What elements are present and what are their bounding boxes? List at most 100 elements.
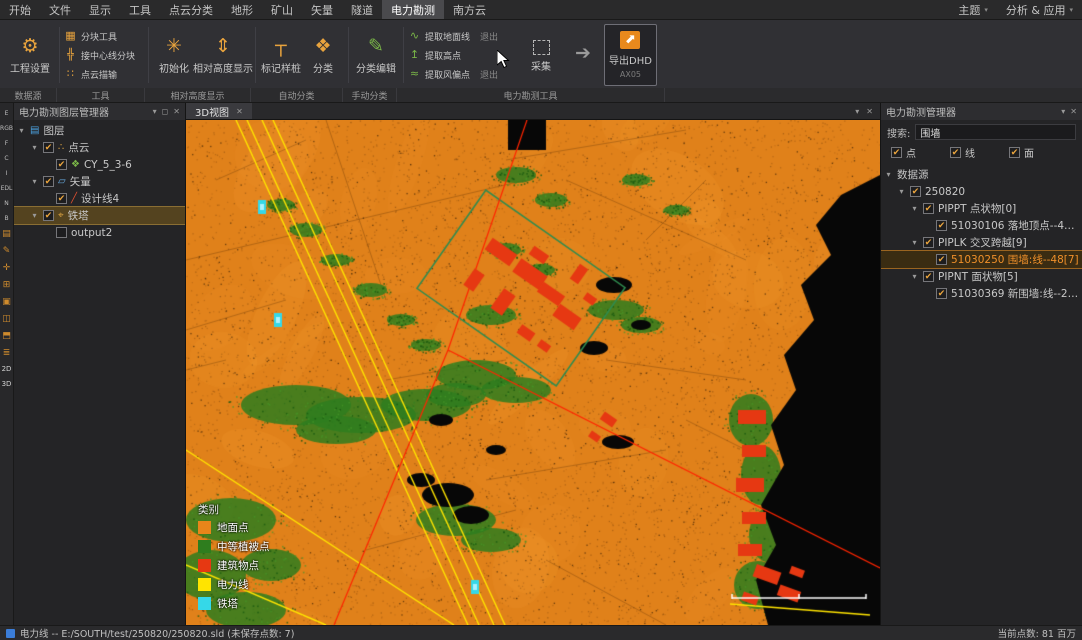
- tree-item[interactable]: ▾✔⌖铁塔: [14, 207, 185, 224]
- menu-dropdown[interactable]: 分析 & 应用: [997, 0, 1082, 19]
- view-mode-3d-button[interactable]: 3D: [2, 381, 12, 388]
- visibility-checkbox[interactable]: ✔: [56, 159, 67, 170]
- viewport-close-icon[interactable]: ✕: [866, 107, 873, 116]
- clip-icon[interactable]: ⬒: [2, 332, 11, 341]
- tree-item[interactable]: ✔51030369 新围墙:线--21[0]: [881, 285, 1082, 302]
- apply-arrow-button[interactable]: ➔: [562, 24, 604, 86]
- view-mode-2d-button[interactable]: 2D: [2, 366, 12, 373]
- extract-groundline-exit-button[interactable]: 退出: [480, 30, 498, 43]
- visibility-checkbox[interactable]: ✔: [43, 142, 54, 153]
- tree-item[interactable]: ▾数据源: [881, 166, 1082, 183]
- export-dhd-button[interactable]: ⬈ 导出DHD AX05: [604, 24, 657, 86]
- filter-checkbox[interactable]: ✔: [891, 147, 902, 158]
- view-toolbar-button-f[interactable]: F: [5, 140, 8, 147]
- tree-item[interactable]: ▾✔∴点云: [14, 139, 185, 156]
- layer-panel-close-icon[interactable]: ✕: [173, 107, 180, 116]
- classify-edit-button[interactable]: ✎ 分类编辑: [353, 24, 399, 86]
- layer-panel-menu-icon[interactable]: ▾: [153, 107, 157, 116]
- menu-item[interactable]: 工具: [120, 0, 160, 19]
- profile-icon[interactable]: ◫: [2, 315, 11, 324]
- project-settings-button[interactable]: ⚙ 工程设置: [5, 24, 55, 86]
- menu-item[interactable]: 南方云: [444, 0, 495, 19]
- folder-icon[interactable]: ▤: [2, 230, 11, 239]
- visibility-checkbox[interactable]: [56, 227, 67, 238]
- expand-arrow-icon[interactable]: ▾: [30, 177, 39, 186]
- filter-checkbox[interactable]: ✔: [1009, 147, 1020, 158]
- tree-item[interactable]: ✔51030250 围墙:线--48[7]: [881, 251, 1082, 268]
- tree-item[interactable]: ▾✔250820: [881, 183, 1082, 200]
- view-toolbar-button-i[interactable]: I: [6, 170, 8, 177]
- relative-height-button[interactable]: ⇕ 相对高度显示: [195, 24, 251, 86]
- view-toolbar-button-e[interactable]: E: [5, 110, 9, 117]
- view-toolbar-button-c[interactable]: C: [4, 155, 8, 162]
- layer-panel-float-icon[interactable]: ◻: [162, 107, 169, 116]
- expand-arrow-icon[interactable]: ▾: [884, 170, 893, 179]
- visibility-checkbox[interactable]: ✔: [43, 210, 54, 221]
- menu-item[interactable]: 开始: [0, 0, 40, 19]
- survey-panel-close-icon[interactable]: ✕: [1070, 107, 1077, 116]
- tree-item[interactable]: ▾✔PIPLK 交叉跨越[9]: [881, 234, 1082, 251]
- collect-button[interactable]: 采集: [520, 24, 562, 86]
- visibility-checkbox[interactable]: ✔: [56, 193, 67, 204]
- visibility-checkbox[interactable]: ✔: [923, 271, 934, 282]
- extract-highpoint-button[interactable]: ↥提取高点: [408, 47, 471, 64]
- expand-arrow-icon[interactable]: ▾: [897, 187, 906, 196]
- visibility-checkbox[interactable]: ✔: [923, 237, 934, 248]
- visibility-checkbox[interactable]: ✔: [910, 186, 921, 197]
- tree-item[interactable]: ▾✔▱矢量: [14, 173, 185, 190]
- map-canvas[interactable]: [186, 120, 880, 625]
- menu-item[interactable]: 显示: [80, 0, 120, 19]
- measure-icon[interactable]: ⊞: [3, 281, 11, 290]
- expand-arrow-icon[interactable]: ▾: [910, 272, 919, 281]
- extract-windpoint-button[interactable]: ≈提取风偏点退出: [408, 66, 498, 83]
- expand-arrow-icon[interactable]: ▾: [30, 143, 39, 152]
- filter-checkbox[interactable]: ✔: [950, 147, 961, 158]
- pan-icon[interactable]: ✛: [3, 264, 11, 273]
- search-input[interactable]: [915, 124, 1076, 140]
- pointcloud-trace-button[interactable]: ∷点云描输: [64, 66, 117, 83]
- visibility-checkbox[interactable]: ✔: [936, 288, 947, 299]
- menu-item[interactable]: 矿山: [262, 0, 302, 19]
- viewport-menu-icon[interactable]: ▾: [855, 107, 859, 116]
- block-tool-button[interactable]: ▦分块工具: [64, 28, 117, 45]
- classify-button[interactable]: ❖ 分类: [302, 24, 344, 86]
- select-box-icon[interactable]: ▣: [2, 298, 11, 307]
- tree-item[interactable]: ▾▤图层: [14, 122, 185, 139]
- centerline-block-button[interactable]: ╬接中心线分块: [64, 47, 135, 64]
- expand-arrow-icon[interactable]: ▾: [910, 238, 919, 247]
- menu-item[interactable]: 文件: [40, 0, 80, 19]
- visibility-checkbox[interactable]: ✔: [43, 176, 54, 187]
- extract-windpoint-exit-button[interactable]: 退出: [480, 68, 498, 81]
- view-toolbar-button-n[interactable]: N: [4, 200, 9, 207]
- tab-close-icon[interactable]: ✕: [236, 107, 243, 116]
- expand-arrow-icon[interactable]: ▾: [910, 204, 919, 213]
- mark-stake-button[interactable]: ┬ 标记样桩: [260, 24, 302, 86]
- visibility-checkbox[interactable]: ✔: [923, 203, 934, 214]
- expand-arrow-icon[interactable]: ▾: [17, 126, 26, 135]
- view-toolbar-button-edl[interactable]: EDL: [1, 185, 13, 192]
- visibility-checkbox[interactable]: ✔: [936, 254, 947, 265]
- tree-item[interactable]: ✔51030106 落地顶点--40[0]: [881, 217, 1082, 234]
- menu-item[interactable]: 矢量: [302, 0, 342, 19]
- survey-panel-menu-icon[interactable]: ▾: [1061, 107, 1065, 116]
- initialize-button[interactable]: ✳ 初始化: [153, 24, 195, 86]
- menu-dropdown[interactable]: 主题: [949, 0, 997, 19]
- menu-item[interactable]: 隧道: [342, 0, 382, 19]
- tree-item[interactable]: ▾✔PIPNT 面状物[5]: [881, 268, 1082, 285]
- tab-3d-view[interactable]: 3D视图 ✕: [186, 103, 252, 119]
- menu-item[interactable]: 电力勘测: [382, 0, 444, 19]
- tree-item[interactable]: ✔❖CY_5_3-6: [14, 156, 185, 173]
- tree-item[interactable]: ✔╱设计线4: [14, 190, 185, 207]
- menu-item[interactable]: 地形: [222, 0, 262, 19]
- tree-item[interactable]: ▾✔PIPPT 点状物[0]: [881, 200, 1082, 217]
- view-toolbar-button-b[interactable]: B: [4, 215, 8, 222]
- menu-item[interactable]: 点云分类: [160, 0, 222, 19]
- extract-groundline-button[interactable]: ∿提取地面线退出: [408, 28, 498, 45]
- view-toolbar-button-rgb[interactable]: RGB: [0, 125, 13, 132]
- expand-arrow-icon[interactable]: ▾: [30, 211, 39, 220]
- map-view[interactable]: 类别 地面点中等植被点建筑物点电力线铁塔: [186, 120, 880, 625]
- list-icon[interactable]: ≣: [3, 349, 11, 358]
- tree-item[interactable]: output2: [14, 224, 185, 241]
- visibility-checkbox[interactable]: ✔: [936, 220, 947, 231]
- edit-icon[interactable]: ✎: [3, 247, 11, 256]
